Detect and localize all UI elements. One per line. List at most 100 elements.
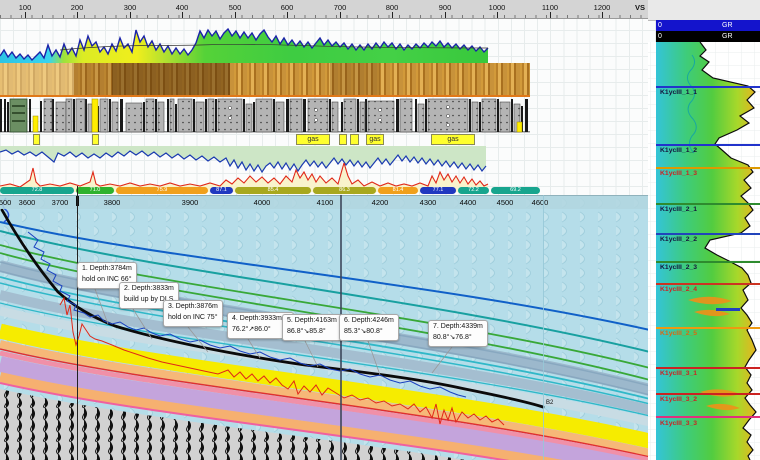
horizon-line (656, 261, 760, 263)
trajectory-end-label: B2 (546, 400, 553, 406)
horizon-line (656, 203, 760, 205)
vs-ruler-label: 700 (334, 3, 347, 12)
annotation-seq: 7. (433, 323, 439, 330)
section-light-line (543, 195, 544, 460)
trajectory-annotation-5[interactable]: 5. Depth:4163m 86.8°↘85.8° (282, 314, 342, 341)
horizon-label: K1ycIII_2_3 (660, 264, 697, 271)
depth-bar-segment: 72.8 (0, 187, 74, 194)
section-marker-line (77, 186, 79, 460)
depth-bar-segment: 72.2 (458, 187, 489, 194)
md-label: 3700 (52, 198, 69, 207)
depth-bar-segment: 75.9 (116, 187, 208, 194)
depth-bar-segment: 87.1 (210, 187, 233, 194)
total-gas-curve (0, 163, 488, 187)
annotation-seq: 2. (124, 285, 130, 292)
annotation-depth: Depth:4246m (352, 317, 394, 324)
vs-ruler-label: 100 (19, 3, 32, 12)
vs-ruler-label: 300 (124, 3, 137, 12)
gas-show-mark (350, 134, 359, 145)
md-label: 4100 (317, 198, 334, 207)
md-label: 3900 (182, 198, 199, 207)
depth-bar-segment: 71.0 (76, 187, 114, 194)
horizon-line (656, 283, 760, 285)
md-label: 3600 (19, 198, 36, 207)
gas-show-mark (339, 134, 347, 145)
horizon-label: K1ycIII_2_1 (660, 206, 697, 213)
vs-ruler-label: 400 (176, 3, 189, 12)
annotation-note: hold on INC 75° (168, 313, 218, 324)
horizon-label: K1ycIII_2_4 (660, 286, 697, 293)
annotation-depth: Depth:3784m (90, 265, 132, 272)
md-label: 3800 (104, 198, 121, 207)
gr-track-header-2[interactable]: 0 GR (656, 31, 760, 42)
trajectory-annotation-7[interactable]: 7. Depth:4339m 80.8°↘76.8° (428, 320, 488, 347)
image-log-dark-zone (112, 63, 230, 95)
vs-ruler[interactable]: 100 200 300 400 500 600 700 800 900 1000… (0, 0, 648, 19)
md-label: 4000 (254, 198, 271, 207)
gr-curve-track[interactable] (0, 18, 650, 63)
horizon-label: K1ycIII_1_1 (660, 89, 697, 96)
annotation-seq: 3. (168, 303, 174, 310)
vs-ruler-label: 1000 (489, 3, 506, 12)
annotation-depth: Depth:3876m (176, 303, 218, 310)
depth-bar-segment: 85.4 (235, 187, 311, 194)
gr-curve-name: GR (722, 20, 733, 31)
image-log-track[interactable] (0, 63, 530, 97)
mudstone-block (10, 99, 27, 132)
annotation-seq: 1. (82, 265, 88, 272)
gas-show-mark (92, 134, 99, 145)
annotation-note: 76.2°↗86.0° (232, 325, 289, 336)
vs-ruler-label: 1100 (542, 3, 558, 12)
gr-scale-min: 0 (658, 31, 662, 42)
horizon-line (656, 144, 760, 146)
gr-scale-min: 0 (658, 20, 662, 31)
gas-show-label: gas (296, 134, 330, 145)
md-label: 4500 (497, 198, 514, 207)
horizon-line (656, 327, 760, 329)
image-log-mid-zone (74, 63, 112, 95)
lithology-track[interactable] (0, 98, 650, 134)
md-label: 4400 (460, 198, 477, 207)
md-depth-ruler[interactable]: 3500 3600 3700 3800 3900 4000 4100 4200 … (0, 195, 650, 209)
annotation-seq: 5. (287, 317, 293, 324)
horizon-line (656, 167, 760, 169)
vs-ruler-label: 500 (229, 3, 242, 12)
annotation-seq: 6. (344, 317, 350, 324)
annotation-note: 85.3°↘80.8° (344, 327, 394, 338)
annotation-depth: Depth:4339m (441, 323, 483, 330)
horizon-line (656, 233, 760, 235)
annotation-note: 86.8°↘85.8° (287, 327, 337, 338)
depth-bar-segment: 69.2 (491, 187, 540, 194)
horizon-label: K1ycIII_1_2 (660, 147, 697, 154)
gas-show-mark (33, 134, 40, 145)
horizon-label: K1ycIII_2_2 (660, 236, 697, 243)
horizon-line (656, 393, 760, 395)
gr-track-header-1[interactable]: 0 GR (656, 20, 760, 31)
annotation-seq: 4. (232, 315, 238, 322)
depth-bar-segment: 86.3 (313, 187, 376, 194)
depth-bar-segment: 81.4 (378, 187, 418, 194)
vs-ruler-label: 600 (281, 3, 294, 12)
horizon-label: K1ycIII_3_2 (660, 396, 697, 403)
horizon-line (656, 367, 760, 369)
vs-ruler-label: 200 (71, 3, 84, 12)
annotation-depth: Depth:3833m (132, 285, 174, 292)
horizon-line (656, 416, 760, 418)
md-label: 3500 (0, 198, 11, 207)
annotation-depth: Depth:4163m (295, 317, 337, 324)
horizon-label: K1ycIII_1_3 (660, 170, 697, 177)
gas-show-label: gas (431, 134, 475, 145)
depth-bar-segment: 77.1 (420, 187, 456, 194)
vs-unit-label: VS (635, 3, 645, 12)
vs-ruler-label: 900 (439, 3, 452, 12)
trajectory-annotation-3[interactable]: 3. Depth:3876m hold on INC 75° (163, 300, 223, 327)
panel-blue-show (716, 308, 740, 311)
horizon-label: K1ycIII_3_1 (660, 370, 697, 377)
vs-ruler-label: 1200 (594, 3, 611, 12)
image-log-dark-patch (330, 63, 380, 95)
right-panel-top-spacer (648, 0, 760, 21)
gas-show-label: gas (366, 134, 384, 145)
vs-ruler-label: 800 (386, 3, 399, 12)
trajectory-annotation-6[interactable]: 6. Depth:4246m 85.3°↘80.8° (339, 314, 399, 341)
horizon-label: K1ycIII_2_5 (660, 330, 697, 337)
